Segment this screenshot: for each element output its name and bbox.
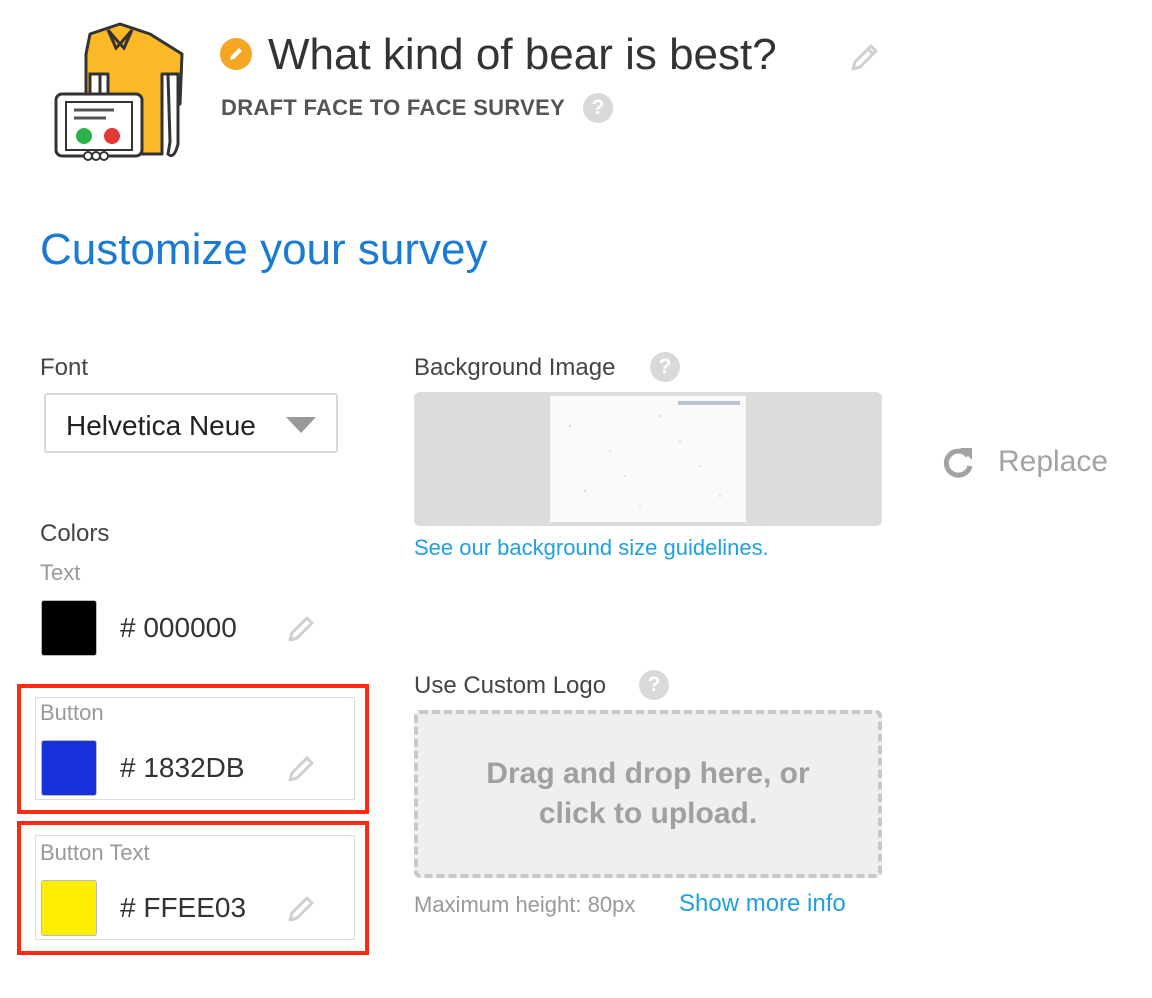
edit-button-text-color-pencil-icon[interactable] bbox=[286, 892, 318, 924]
button-text-color-hex: # FFEE03 bbox=[120, 892, 247, 923]
survey-title: What kind of bear is best? bbox=[268, 30, 777, 79]
background-image-preview[interactable] bbox=[414, 392, 882, 526]
dropdown-arrow-icon bbox=[286, 417, 316, 433]
dropzone-text-line2: click to upload. bbox=[538, 797, 758, 830]
survey-type-label: DRAFT FACE TO FACE SURVEY bbox=[221, 95, 566, 120]
replace-label: Replace bbox=[998, 445, 1109, 478]
custom-logo-label: Use Custom Logo bbox=[414, 672, 607, 699]
survey-illustration-icon bbox=[50, 14, 190, 164]
page-title: Customize your survey bbox=[40, 225, 488, 274]
custom-logo-help-icon[interactable]: ? bbox=[639, 670, 669, 700]
background-image-thumbnail bbox=[550, 396, 746, 522]
background-image-label: Background Image bbox=[414, 354, 616, 381]
edit-text-color-pencil-icon[interactable] bbox=[286, 612, 318, 644]
show-more-info-link[interactable]: Show more info bbox=[679, 891, 846, 917]
text-color-swatch[interactable] bbox=[41, 600, 97, 656]
button-color-label: Button bbox=[40, 700, 104, 725]
button-text-color-swatch[interactable] bbox=[41, 880, 97, 936]
colors-label: Colors bbox=[40, 520, 110, 547]
replace-icon bbox=[943, 448, 973, 478]
edit-button-color-pencil-icon[interactable] bbox=[286, 752, 318, 784]
edit-title-pencil-icon[interactable] bbox=[848, 40, 882, 74]
font-select-value: Helvetica Neue bbox=[66, 410, 256, 441]
logo-upload-dropzone[interactable]: Drag and drop here, or click to upload. bbox=[414, 710, 882, 878]
dropzone-text-line1: Drag and drop here, or bbox=[486, 757, 810, 790]
button-text-color-label: Button Text bbox=[40, 840, 150, 865]
draft-status-pencil-icon bbox=[220, 38, 252, 70]
survey-type-help-icon[interactable]: ? bbox=[583, 93, 613, 123]
replace-background-button[interactable]: Replace bbox=[940, 440, 1108, 484]
text-color-hex: # 000000 bbox=[120, 612, 237, 643]
font-select[interactable]: Helvetica Neue bbox=[44, 393, 338, 453]
logo-max-height-note: Maximum height: 80px bbox=[414, 892, 636, 917]
background-image-help-icon[interactable]: ? bbox=[650, 352, 680, 382]
font-label: Font bbox=[40, 354, 89, 381]
button-color-hex: # 1832DB bbox=[120, 752, 245, 783]
text-color-label: Text bbox=[40, 560, 81, 585]
button-color-swatch[interactable] bbox=[41, 740, 97, 796]
background-guidelines-link[interactable]: See our background size guidelines. bbox=[414, 535, 769, 561]
